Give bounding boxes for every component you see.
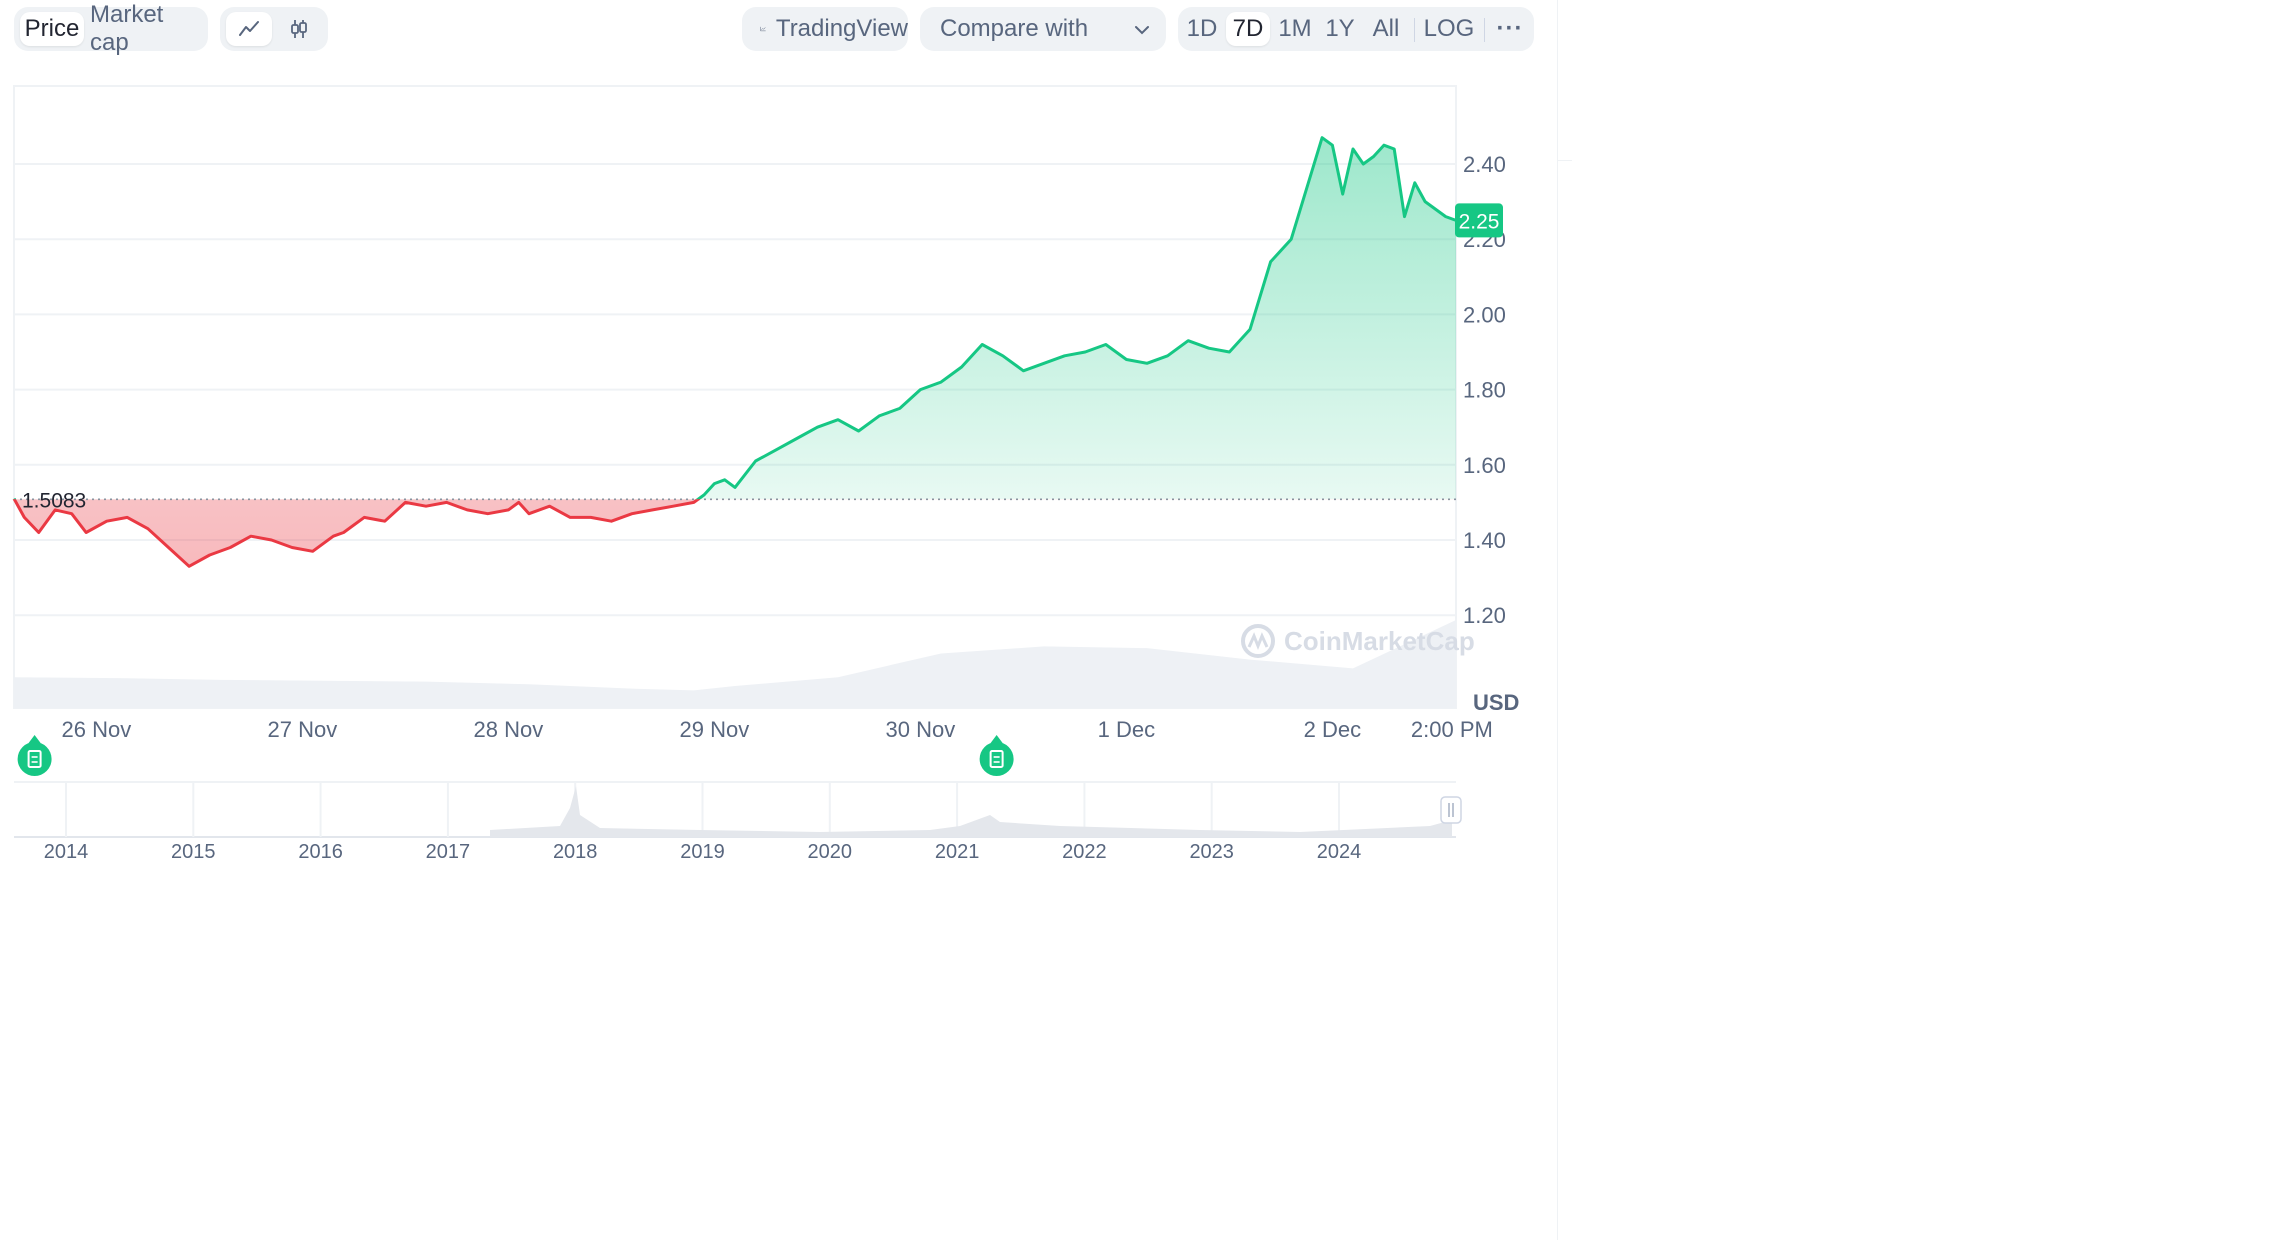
x-tick-label: 2:00 PM	[1411, 717, 1493, 742]
y-tick-label: 2.00	[1463, 302, 1506, 327]
x-tick-label: 1 Dec	[1098, 717, 1155, 742]
y-tick-label: 2.40	[1463, 152, 1506, 177]
event-marker-pointer	[28, 735, 41, 743]
event-marker[interactable]	[979, 735, 1014, 776]
navigator-year-label: 2015	[171, 841, 216, 863]
y-tick-label: 1.60	[1463, 453, 1506, 478]
volume-area	[14, 620, 1456, 708]
event-marker-circle	[979, 742, 1014, 776]
coinmarketcap-watermark: CoinMarketCap	[1241, 624, 1475, 658]
navigator-year-label: 2024	[1317, 841, 1362, 863]
navigator-year-label: 2021	[935, 841, 980, 863]
x-tick-label: 28 Nov	[474, 717, 544, 742]
navigator-year-label: 2018	[553, 841, 598, 863]
y-tick-label: 1.40	[1463, 528, 1506, 553]
x-tick-label: 2 Dec	[1304, 717, 1361, 742]
y-tick-label: 1.20	[1463, 603, 1506, 628]
event-marker-pointer	[990, 735, 1003, 743]
navigator-handle-box	[1440, 796, 1462, 824]
navigator-year-label: 2022	[1062, 841, 1107, 863]
coinmarketcap-logo-mark	[1247, 632, 1269, 651]
event-marker[interactable]	[17, 735, 52, 776]
navigator-year-label: 2016	[298, 841, 343, 863]
navigator-year-label: 2019	[680, 841, 725, 863]
y-tick-label: 1.80	[1463, 378, 1506, 403]
x-tick-label: 30 Nov	[886, 717, 956, 742]
coinmarketcap-logo	[1241, 624, 1275, 658]
x-tick-label: 26 Nov	[62, 717, 132, 742]
navigator-year-label: 2017	[426, 841, 471, 863]
navigator-year-label: 2014	[44, 841, 89, 863]
navigator-handle[interactable]	[1440, 796, 1462, 824]
currency-label: USD	[1473, 690, 1519, 715]
x-tick-label: 27 Nov	[268, 717, 338, 742]
price-chart[interactable]: 1.201.401.601.802.002.202.40CoinMarketCa…	[0, 0, 2274, 1240]
navigator-year-label: 2023	[1189, 841, 1234, 863]
navigator-year-label: 2020	[808, 841, 853, 863]
watermark-text: CoinMarketCap	[1284, 626, 1475, 656]
navigator-area	[490, 786, 1452, 837]
reference-value-label: 1.5083	[22, 489, 86, 512]
x-tick-label: 29 Nov	[680, 717, 750, 742]
event-marker-circle	[17, 742, 52, 776]
current-price-label: 2.25	[1459, 210, 1500, 233]
